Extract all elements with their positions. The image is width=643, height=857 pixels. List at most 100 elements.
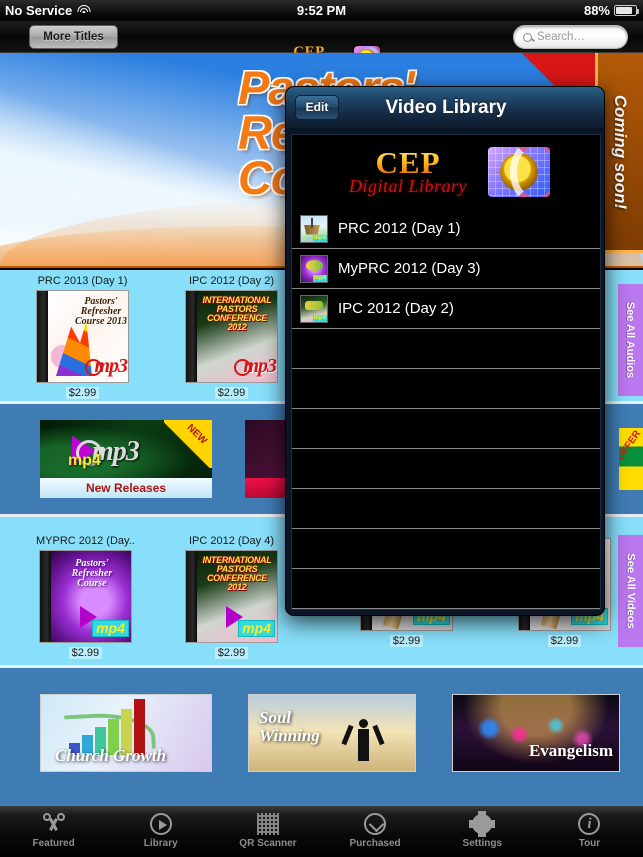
mp4-badge-icon: mp4 <box>92 620 129 637</box>
product-artwork: Pastors' Refresher Course mp4 <box>38 550 132 643</box>
tab-featured[interactable]: Featured <box>0 806 107 849</box>
status-bar: No Service 9:52 PM 88% <box>0 0 643 21</box>
tab-library-label: Library <box>143 838 178 849</box>
list-item[interactable]: mp4 PRC 2012 (Day 1) <box>292 209 600 249</box>
product-price: $2.99 <box>214 647 249 659</box>
list-item[interactable]: mp4 MyPRC 2012 (Day 3) <box>292 249 600 289</box>
product-title: IPC 2012 (Day 2) <box>189 275 274 287</box>
case-spine <box>186 551 197 642</box>
mp4-badge-icon: mp4 <box>312 274 327 282</box>
see-all-audios-tab[interactable]: See All Audios <box>618 284 643 396</box>
video-thumbnail: mp4 <box>300 214 328 243</box>
gear-icon <box>429 811 536 837</box>
list-item-empty <box>292 369 600 409</box>
brand-primary-label: CEP <box>342 147 474 178</box>
product-artwork: INTERNATIONAL PASTORS CONFERENCE 2012 mp… <box>185 550 278 643</box>
category-artwork: mp3 mp4 NEW <box>40 420 212 478</box>
mp3-badge-icon: mp3 <box>234 355 277 377</box>
scissors-icon <box>0 812 107 836</box>
product-price: $2.99 <box>547 635 582 647</box>
artwork-prc: Pastors' Refresher Course 2013 mp3 <box>48 291 128 382</box>
info-circle-icon: i <box>536 812 643 836</box>
product-title: PRC 2013 (Day 1) <box>37 275 128 287</box>
list-item[interactable]: mp4 IPC 2012 (Day 2) <box>292 289 600 329</box>
product-tile[interactable]: MYPRC 2012 (Day.. Pastors' Refresher Cou… <box>36 535 135 661</box>
video-library-modal[interactable]: Edit Video Library CEP Digital Library m… <box>285 86 605 616</box>
modal-brand-logo: CEP Digital Library <box>292 135 600 209</box>
product-title: IPC 2012 (Day 4) <box>189 535 274 547</box>
product-tile[interactable]: IPC 2012 (Day 4) INTERNATIONAL PASTORS C… <box>185 535 278 661</box>
list-item-empty <box>292 449 600 489</box>
offer-ribbon[interactable]: OFFER <box>619 428 643 490</box>
product-price: $2.99 <box>214 387 249 399</box>
tab-settings-label: Settings <box>462 838 502 849</box>
modal-body[interactable]: CEP Digital Library mp4 PRC 2012 (Day 1)… <box>291 134 601 610</box>
brand-secondary-label: Digital Library <box>348 175 467 196</box>
mp4-badge-icon: mp4 <box>312 314 327 322</box>
qr-code-icon <box>214 812 321 836</box>
product-title: MYPRC 2012 (Day.. <box>36 535 135 547</box>
artwork-myprc: Pastors' Refresher Course mp4 <box>50 551 131 642</box>
mp3-badge-icon: mp3 <box>85 355 128 377</box>
promo-title: Soul Winning <box>259 708 320 745</box>
tab-tour[interactable]: i Tour <box>536 806 643 849</box>
mp4-badge-icon: mp4 <box>312 234 327 242</box>
new-badge-label: NEW <box>184 422 209 447</box>
see-all-videos-tab[interactable]: See All Videos <box>618 535 643 647</box>
tab-qr-scanner-label: QR Scanner <box>239 838 297 849</box>
cep-globe-logo-icon <box>488 147 550 197</box>
search-input[interactable]: Search… <box>513 25 628 49</box>
mp4-badge-icon: mp4 <box>238 620 275 637</box>
list-item-label: IPC 2012 (Day 2) <box>338 300 454 317</box>
nav-bar: More Titles CEP Digital Library Search… <box>0 21 643 72</box>
status-bar-right: 88% <box>583 3 640 18</box>
product-tile[interactable]: IPC 2012 (Day 2) INTERNATIONAL PASTORS C… <box>185 275 278 401</box>
product-tile[interactable]: PRC 2013 (Day 1) Pastors' Refresher Cour… <box>36 275 129 401</box>
tab-library[interactable]: Library <box>107 806 214 849</box>
thumb-graphic <box>311 217 313 228</box>
list-item-empty <box>292 529 600 569</box>
artwork-title-text: Pastors' Refresher Course <box>71 558 113 589</box>
promo-title: Evangelism <box>528 741 613 760</box>
globe-swoosh-graphic <box>510 147 550 197</box>
list-item-empty <box>292 409 600 449</box>
product-artwork: Pastors' Refresher Course 2013 mp3 <box>36 290 129 383</box>
more-titles-button[interactable]: More Titles <box>29 25 118 49</box>
artwork-ipc: INTERNATIONAL PASTORS CONFERENCE 2012 mp… <box>197 291 277 382</box>
promo-card-church-growth[interactable]: Church Growth <box>40 694 212 772</box>
offer-label: OFFER <box>619 428 643 463</box>
artwork-title-text: INTERNATIONAL PASTORS CONFERENCE 2012 <box>202 555 272 592</box>
video-list[interactable]: mp4 PRC 2012 (Day 1) mp4 MyPRC 2012 (Day… <box>292 209 600 609</box>
promo-card-evangelism[interactable]: Evangelism <box>452 694 620 772</box>
tab-purchased[interactable]: Purchased <box>322 806 429 849</box>
list-item-empty <box>292 329 600 369</box>
category-card-new-releases[interactable]: mp3 mp4 NEW New Releases <box>40 420 212 498</box>
download-circle-icon <box>322 812 429 836</box>
list-item-label: PRC 2012 (Day 1) <box>338 220 461 237</box>
thumb-graphic <box>306 259 323 271</box>
promo-card-soul-winning[interactable]: Soul Winning <box>248 694 416 772</box>
battery-icon <box>614 5 640 16</box>
thumb-graphic <box>305 300 323 310</box>
tab-qr-scanner[interactable]: QR Scanner <box>214 806 321 849</box>
product-price: $2.99 <box>68 647 103 659</box>
list-item-empty <box>292 489 600 529</box>
battery-percent-label: 88% <box>583 3 610 18</box>
promo-title: Church Growth <box>55 746 167 765</box>
tab-settings[interactable]: Settings <box>429 806 536 849</box>
artwork-title-text: INTERNATIONAL PASTORS CONFERENCE 2012 <box>202 295 272 332</box>
status-bar-clock: 9:52 PM <box>296 3 347 18</box>
product-price: $2.99 <box>65 387 100 399</box>
tab-tour-label: Tour <box>578 838 601 849</box>
app-root: No Service 9:52 PM 88% More Titles CEP D… <box>0 0 643 857</box>
cep-wordmark: CEP Digital Library <box>342 147 474 196</box>
promos-row: Church Growth Soul Winning Evangelism <box>0 668 643 805</box>
search-icon <box>523 32 532 42</box>
tab-purchased-label: Purchased <box>349 838 401 849</box>
list-item-empty <box>292 569 600 609</box>
case-spine <box>37 291 48 382</box>
product-price: $2.99 <box>389 635 424 647</box>
tab-bar: Featured Library QR Scanner Purchased Se… <box>0 805 643 857</box>
category-caption: New Releases <box>40 478 212 498</box>
modal-title: Video Library <box>385 97 507 118</box>
